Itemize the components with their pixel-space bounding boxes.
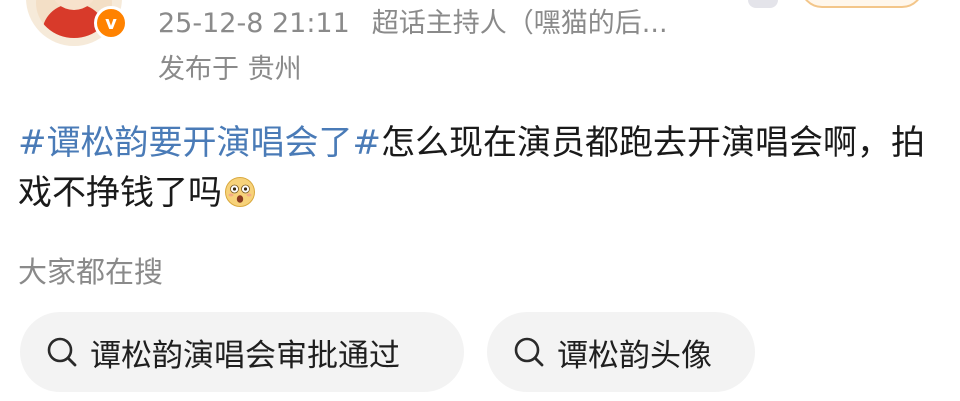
topic-link[interactable]: #谭松韵要开演唱会了#	[18, 123, 381, 163]
trending-search-title: 大家都在搜	[18, 255, 164, 289]
search-suggestion-chip[interactable]: 谭松韵演唱会审批通过	[20, 312, 464, 392]
post-content: #谭松韵要开演唱会了#怎么现在演员都跑去开演唱会啊，拍戏不挣钱了吗	[18, 118, 938, 218]
post-location: 发布于 贵州	[158, 54, 302, 85]
post-meta: 25-12-8 21:11 超话主持人（嘿猫的后...	[158, 4, 668, 44]
astonished-face-emoji	[225, 177, 255, 207]
search-icon	[47, 337, 77, 367]
author-role: 超话主持人（嘿猫的后...	[371, 8, 668, 39]
search-suggestion-label: 谭松韵演唱会审批通过	[90, 337, 400, 374]
search-suggestion-label: 谭松韵头像	[557, 337, 712, 374]
follow-button[interactable]	[800, 0, 924, 8]
search-suggestion-chip[interactable]: 谭松韵头像	[487, 312, 755, 392]
verified-badge-icon: v	[94, 6, 128, 40]
decoration-ribbon	[748, 0, 778, 8]
avatar[interactable]: v	[26, 0, 128, 46]
post-timestamp: 25-12-8 21:11	[158, 8, 350, 39]
search-icon	[514, 337, 544, 367]
